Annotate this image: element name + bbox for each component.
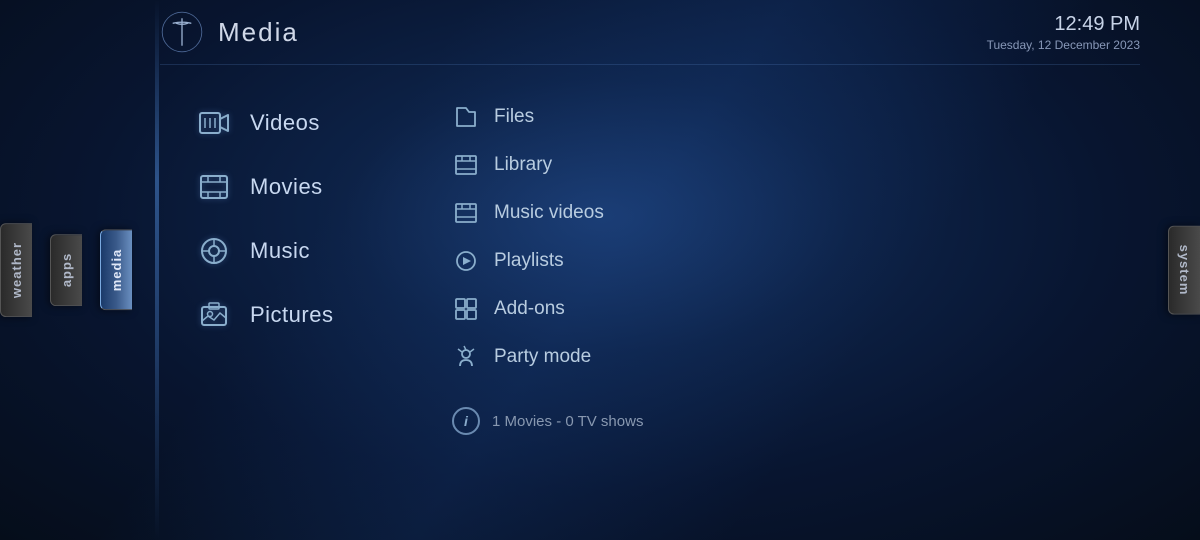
pictures-icon	[196, 297, 232, 333]
menu-item-videos[interactable]: Videos	[180, 95, 380, 151]
submenu-item-music-videos[interactable]: Music videos	[440, 191, 660, 235]
files-label: Files	[494, 106, 534, 128]
menu-item-movies[interactable]: Movies	[180, 159, 380, 215]
party-mode-icon	[452, 343, 480, 371]
files-icon	[452, 103, 480, 131]
left-sidebar: weather apps media	[0, 0, 200, 540]
page-title: Media	[218, 17, 299, 48]
info-icon: i	[452, 407, 480, 435]
menu-item-music[interactable]: Music	[180, 223, 380, 279]
left-menu: Videos Movies	[180, 95, 380, 343]
music-videos-icon	[452, 199, 480, 227]
sidebar-item-weather[interactable]: weather	[0, 223, 32, 317]
submenu-item-files[interactable]: Files	[440, 95, 660, 139]
submenu-item-party-mode[interactable]: Party mode	[440, 335, 660, 379]
party-mode-label: Party mode	[494, 346, 591, 368]
submenu-item-library[interactable]: Library	[440, 143, 660, 187]
pictures-label: Pictures	[250, 302, 333, 328]
clock-time: 12:49 PM	[987, 13, 1140, 36]
movies-label: Movies	[250, 174, 323, 200]
info-row: i 1 Movies - 0 TV shows	[440, 391, 660, 443]
music-videos-label: Music videos	[494, 202, 604, 224]
main-content: Videos Movies	[160, 65, 1140, 540]
submenu-item-playlists[interactable]: Playlists	[440, 239, 660, 283]
playlists-label: Playlists	[494, 250, 564, 272]
menu-item-pictures[interactable]: Pictures	[180, 287, 380, 343]
playlists-icon	[452, 247, 480, 275]
submenu-item-add-ons[interactable]: Add-ons	[440, 287, 660, 331]
info-text: 1 Movies - 0 TV shows	[492, 413, 643, 430]
right-menu: Files Library	[440, 95, 660, 443]
movies-icon	[196, 169, 232, 205]
music-label: Music	[250, 238, 310, 264]
library-label: Library	[494, 154, 552, 176]
add-ons-label: Add-ons	[494, 298, 565, 320]
clock-date: Tuesday, 12 December 2023	[987, 38, 1140, 52]
videos-icon	[196, 105, 232, 141]
sidebar-item-system[interactable]: system	[1168, 226, 1200, 315]
header-clock: 12:49 PM Tuesday, 12 December 2023	[987, 13, 1140, 52]
add-ons-icon	[452, 295, 480, 323]
sidebar-item-media[interactable]: media	[100, 230, 132, 311]
library-icon	[452, 151, 480, 179]
sidebar-item-apps[interactable]: apps	[50, 234, 82, 306]
header: Media 12:49 PM Tuesday, 12 December 2023	[160, 0, 1140, 65]
music-icon	[196, 233, 232, 269]
videos-label: Videos	[250, 110, 320, 136]
right-sidebar: system	[1120, 0, 1200, 540]
